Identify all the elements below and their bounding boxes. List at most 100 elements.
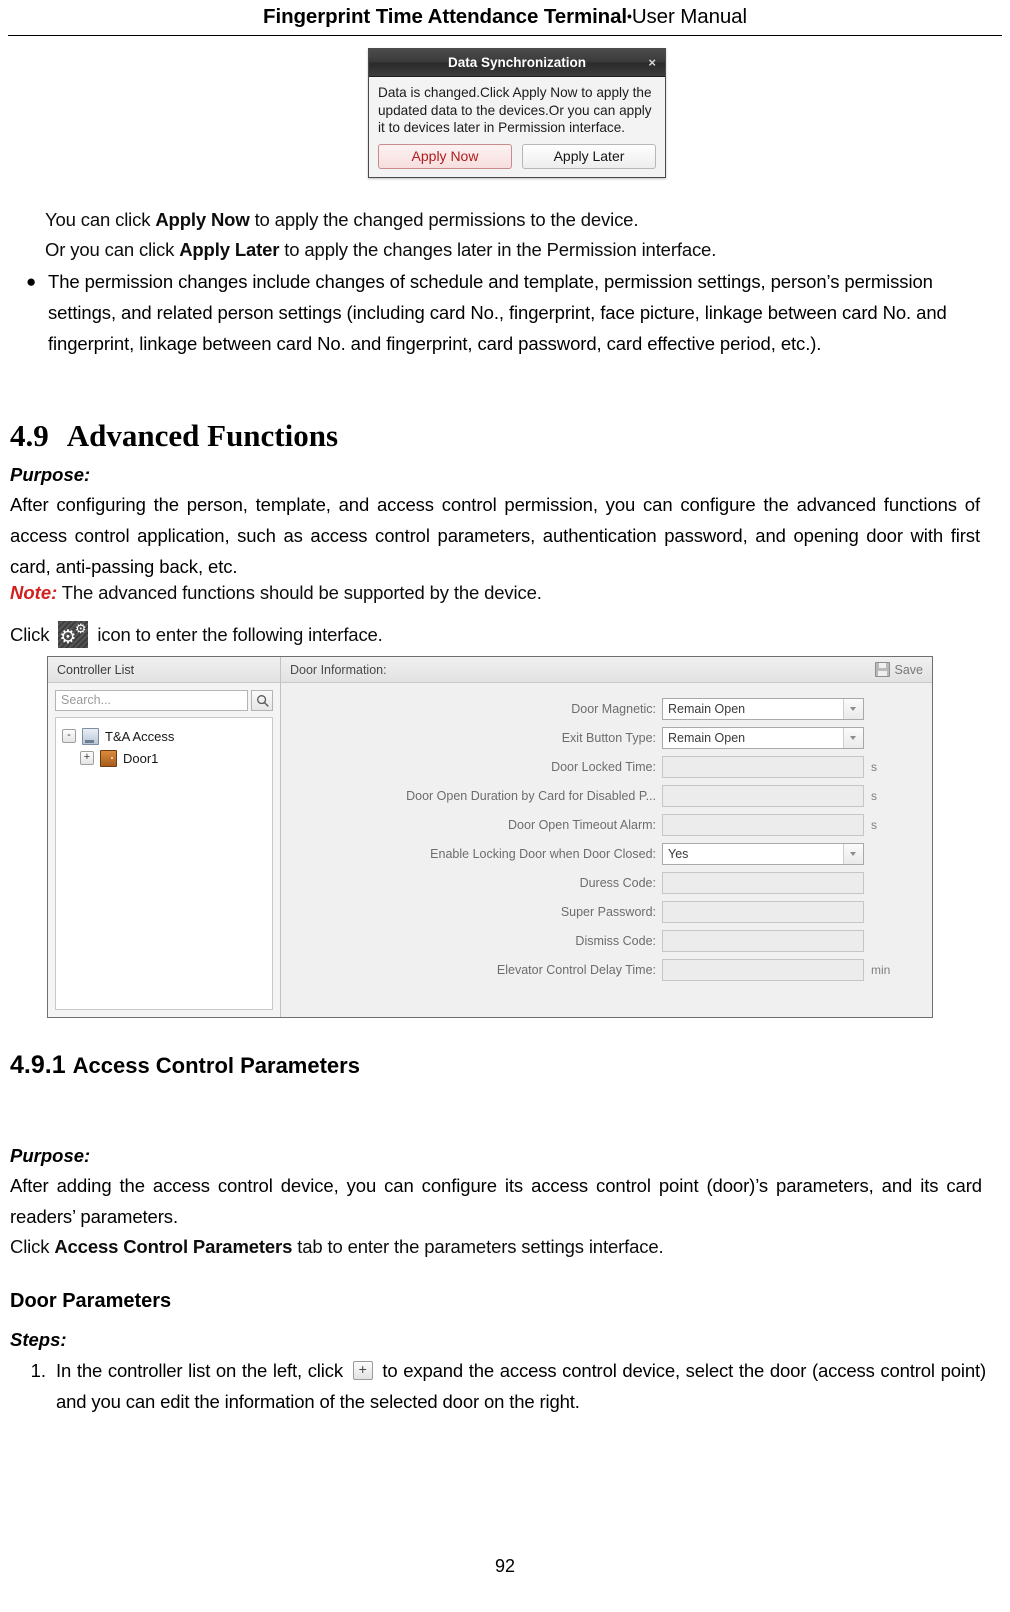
permission-changes-bullet: ● The permission changes include changes… [22,266,982,359]
plus-expander-icon[interactable] [352,1360,373,1380]
click-gear-pre: Click [10,624,50,645]
click-acp-tab-instruction: Click Access Control Parameters tab to e… [10,1232,664,1262]
access-control-parameters-screenshot: Controller List Search... T&A Access Doo… [47,656,933,1018]
field-label: Dismiss Code: [575,933,656,948]
data-synchronization-dialog: Data Synchronization × Data is changed.C… [368,48,666,178]
search-input[interactable]: Search... [55,690,248,711]
step-number: 1. [30,1360,46,1381]
super-password-input[interactable] [662,900,864,923]
header-title-bold: Fingerprint Time Attendance Terminal [263,5,627,28]
bullet-text: The permission changes include changes o… [48,271,947,354]
controller-list-panel: Controller List Search... T&A Access Doo… [48,657,281,1017]
door-icon [100,749,117,767]
gear-icon[interactable] [58,621,89,648]
steps-list: 1. In the controller list on the left, c… [20,1355,987,1417]
close-icon[interactable]: × [648,49,656,76]
data-synchronization-dialog-wrapper: Data Synchronization × Data is changed.C… [368,48,666,178]
collapse-expander-icon[interactable] [62,729,76,743]
form-row-super-password: Super Password: [281,897,932,926]
form-row-door-open-duration-disabled: Door Open Duration by Card for Disabled … [281,781,932,810]
note-text: The advanced functions should be support… [61,582,542,603]
field-label: Enable Locking Door when Door Closed: [430,846,656,861]
page-number: 92 [494,1556,516,1576]
field-value: Remain Open [668,701,746,716]
form-row-exit-button-type: Exit Button Type: Remain Open [281,723,932,752]
section-4-9-number: 4.9 [10,418,49,453]
tree-node-door[interactable]: Door1 [56,747,272,769]
apply-later-description-line: Or you can click Apply Later to apply th… [45,235,716,265]
field-value: Remain Open [668,730,746,745]
apply-later-button[interactable]: Apply Later [522,143,656,169]
click-gear-instruction: Click icon to enter the following interf… [10,620,383,650]
apply-now-desc-bold: Apply Now [155,209,250,230]
door-open-duration-disabled-input[interactable] [662,784,864,807]
save-button-label: Save [894,662,924,677]
search-icon[interactable] [251,690,273,711]
click-gear-post: icon to enter the following interface. [97,624,383,645]
purpose-text-4-9: After configuring the person, template, … [10,494,980,577]
step1-pre: In the controller list on the left, clic… [56,1360,343,1381]
form-row-door-locked-time: Door Locked Time: s [281,752,932,781]
duress-code-input[interactable] [662,871,864,894]
dismiss-code-input[interactable] [662,929,864,952]
form-row-door-magnetic: Door Magnetic: Remain Open [281,694,932,723]
field-unit: min [871,962,891,977]
field-value: Yes [668,846,689,861]
header-divider [8,35,1002,36]
chevron-down-icon [843,727,863,748]
expand-expander-icon[interactable] [80,751,94,765]
form-row-enable-locking-door: Enable Locking Door when Door Closed: Ye… [281,839,932,868]
door-information-form: Door Magnetic: Remain Open Exit Button T… [281,683,932,1017]
field-label: Door Open Timeout Alarm: [508,817,656,832]
section-4-9-1-title: Access Control Parameters [72,1053,360,1078]
section-4-9-1-heading: 4.9.1 Access Control Parameters [10,1050,360,1081]
door-open-timeout-alarm-input[interactable] [662,813,864,836]
door-parameters-subheading: Door Parameters [10,1290,172,1312]
apply-now-desc-pre: You can click [45,209,156,230]
enable-locking-door-select[interactable]: Yes [662,842,864,865]
door-locked-time-input[interactable] [662,755,864,778]
tree-node-device-label: T&A Access [105,728,175,744]
page-header: Fingerprint Time Attendance Terminal•Use… [0,0,1010,38]
form-row-duress-code: Duress Code: [281,868,932,897]
purpose-label-4-9-1: Purpose: [10,1145,91,1166]
dialog-button-row: Apply Now Apply Later [378,143,656,171]
dialog-titlebar: Data Synchronization × [369,49,665,77]
door-information-panel: Door Information: Save Door Magnetic: Re… [281,657,932,1017]
step-text: In the controller list on the left, clic… [56,1355,986,1417]
tree-node-door-label: Door1 [123,750,159,766]
bullet-marker-icon: ● [26,272,37,291]
click-acp-post: tab to enter the parameters settings int… [292,1236,664,1257]
door-information-title: Door Information: [290,662,387,677]
section-4-9-heading: 4.9 Advanced Functions [10,418,338,454]
note-line-4-9: Note: The advanced functions should be s… [10,578,542,608]
form-row-dismiss-code: Dismiss Code: [281,926,932,955]
save-button[interactable]: Save [874,657,924,683]
dialog-body: Data is changed.Click Apply Now to apply… [369,77,665,177]
apply-now-button[interactable]: Apply Now [378,143,512,169]
elevator-control-delay-input[interactable] [662,958,864,981]
exit-button-type-select[interactable]: Remain Open [662,726,864,749]
purpose-label-4-9: Purpose: [10,464,91,485]
apply-later-desc-post: to apply the changes later in the Permis… [279,239,717,260]
note-label: Note: [10,582,58,603]
device-icon [82,727,99,745]
door-information-header: Door Information: Save [281,657,932,683]
header-title-normal: User Manual [631,5,747,28]
field-label: Elevator Control Delay Time: [496,962,656,977]
apply-later-desc-pre: Or you can click [45,239,180,260]
door-magnetic-select[interactable]: Remain Open [662,697,864,720]
click-acp-bold: Access Control Parameters [54,1236,293,1257]
save-icon [874,662,890,677]
controller-search-row: Search... [48,683,280,715]
apply-now-description-line: You can click Apply Now to apply the cha… [45,205,638,235]
dialog-message: Data is changed.Click Apply Now to apply… [378,85,652,135]
chevron-down-icon [843,698,863,719]
tree-node-device[interactable]: T&A Access [56,725,272,747]
dialog-title: Data Synchronization [447,55,587,70]
purpose-text-4-9-1: After adding the access control device, … [10,1175,982,1227]
section-4-9-1-number: 4.9.1 [10,1051,66,1079]
field-label: Door Magnetic: [571,701,656,716]
list-item: 1. In the controller list on the left, c… [20,1355,987,1417]
field-unit: s [871,788,877,803]
